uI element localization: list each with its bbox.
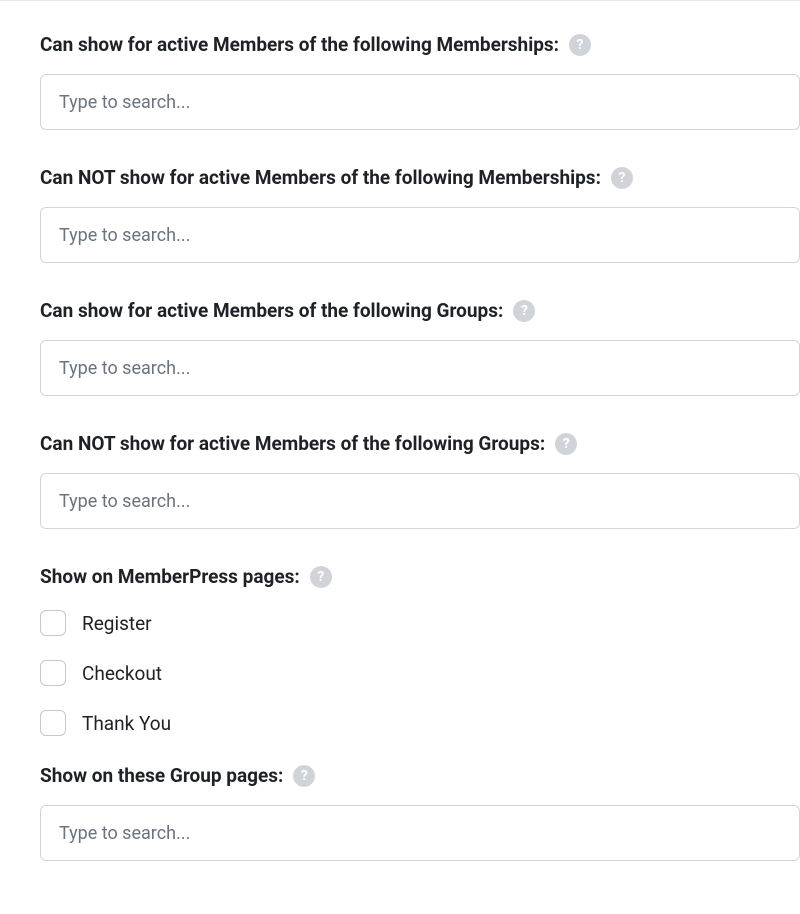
help-icon[interactable]: ?	[310, 566, 332, 588]
help-icon[interactable]: ?	[293, 765, 315, 787]
field-label: Can NOT show for active Members of the f…	[40, 166, 633, 189]
field-label: Show on these Group pages: ?	[40, 764, 315, 787]
checkbox-row-thank-you: Thank You	[40, 710, 800, 736]
field-label: Can show for active Members of the follo…	[40, 299, 535, 322]
not-show-memberships-search-input[interactable]	[40, 207, 800, 263]
field-label: Can show for active Members of the follo…	[40, 33, 591, 56]
not-show-groups-field: Can NOT show for active Members of the f…	[40, 432, 800, 529]
show-memberships-search-input[interactable]	[40, 74, 800, 130]
label-text: Can show for active Members of the follo…	[40, 299, 503, 322]
help-icon[interactable]: ?	[569, 34, 591, 56]
not-show-memberships-field: Can NOT show for active Members of the f…	[40, 166, 800, 263]
checkbox-row-checkout: Checkout	[40, 660, 800, 686]
checkout-checkbox[interactable]	[40, 660, 66, 686]
checkbox-label: Thank You	[82, 712, 171, 735]
show-memberships-field: Can show for active Members of the follo…	[40, 33, 800, 130]
memberpress-pages-field: Show on MemberPress pages: ? Register Ch…	[40, 565, 800, 736]
label-text: Can NOT show for active Members of the f…	[40, 432, 545, 455]
register-checkbox[interactable]	[40, 610, 66, 636]
show-groups-search-input[interactable]	[40, 340, 800, 396]
checkbox-list: Register Checkout Thank You	[40, 610, 800, 736]
label-text: Show on MemberPress pages:	[40, 565, 300, 588]
group-pages-field: Show on these Group pages: ?	[40, 764, 800, 861]
checkbox-row-register: Register	[40, 610, 800, 636]
group-pages-search-input[interactable]	[40, 805, 800, 861]
show-groups-field: Can show for active Members of the follo…	[40, 299, 800, 396]
checkbox-label: Register	[82, 612, 152, 635]
label-text: Can NOT show for active Members of the f…	[40, 166, 601, 189]
checkbox-label: Checkout	[82, 662, 162, 685]
help-icon[interactable]: ?	[555, 433, 577, 455]
thank-you-checkbox[interactable]	[40, 710, 66, 736]
not-show-groups-search-input[interactable]	[40, 473, 800, 529]
help-icon[interactable]: ?	[513, 300, 535, 322]
field-label: Can NOT show for active Members of the f…	[40, 432, 577, 455]
field-label: Show on MemberPress pages: ?	[40, 565, 332, 588]
label-text: Show on these Group pages:	[40, 764, 283, 787]
label-text: Can show for active Members of the follo…	[40, 33, 559, 56]
help-icon[interactable]: ?	[611, 167, 633, 189]
